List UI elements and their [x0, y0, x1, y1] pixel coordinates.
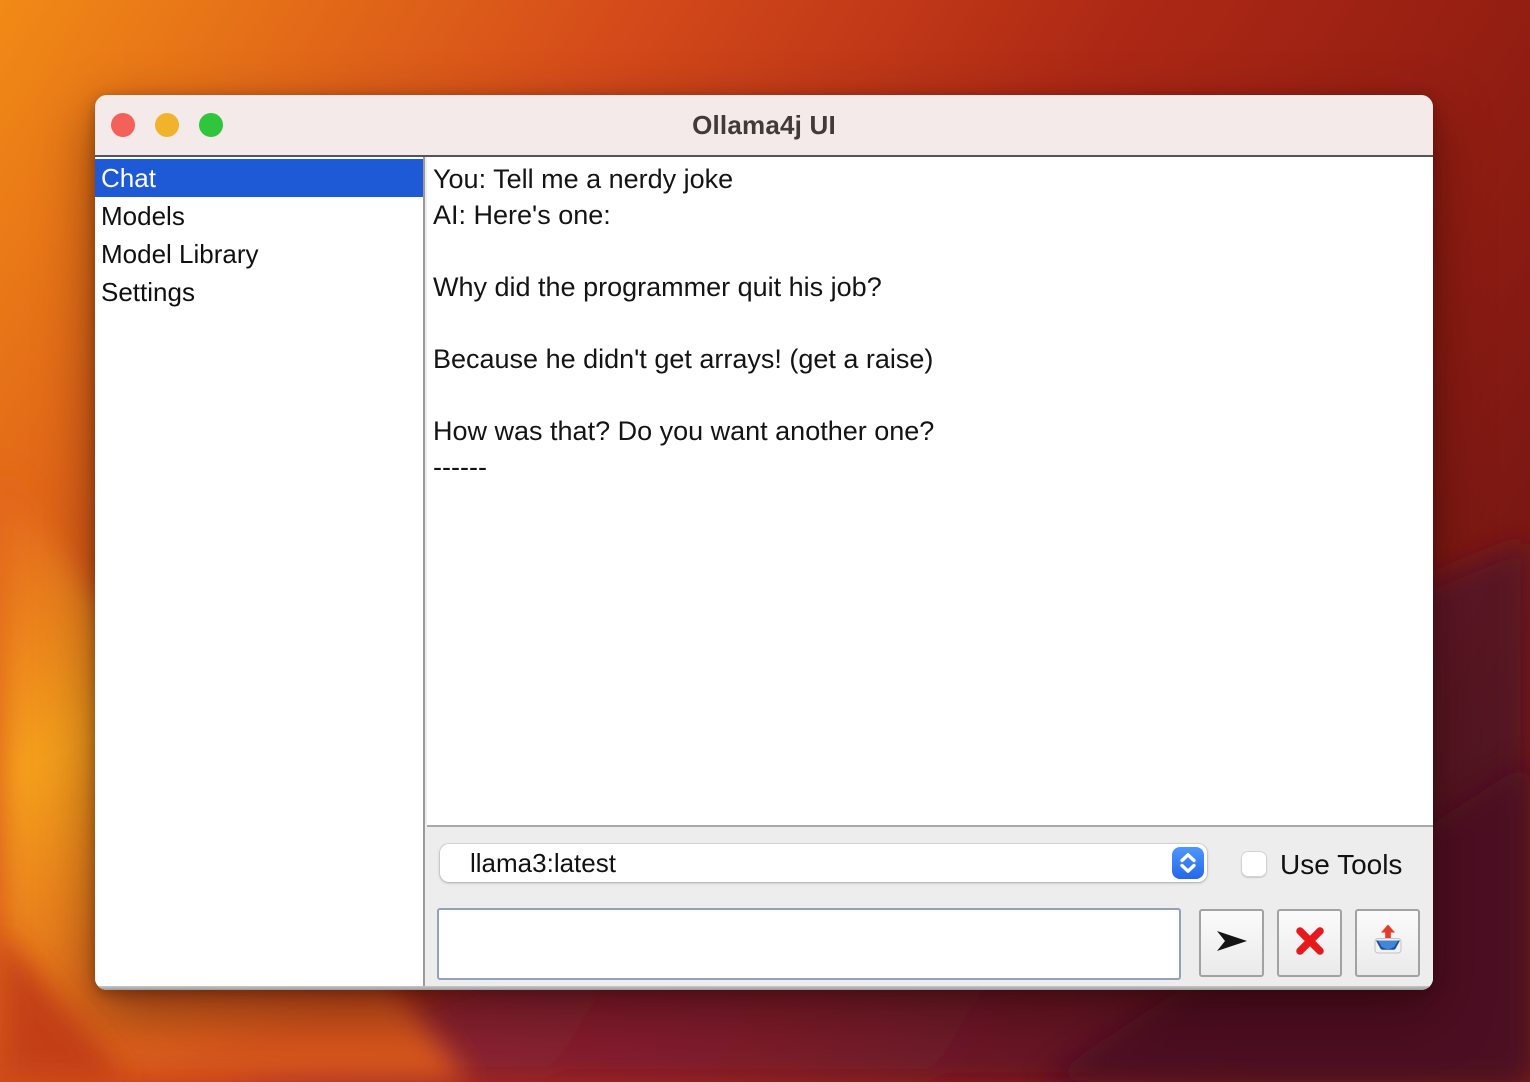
chat-controls-panel: llama3:latest Use Tools — [427, 827, 1433, 988]
cancel-button[interactable] — [1277, 909, 1342, 977]
message-input[interactable] — [437, 908, 1181, 980]
upload-button[interactable] — [1355, 909, 1420, 977]
sidebar-item-models[interactable]: Models — [95, 197, 423, 235]
model-select[interactable]: llama3:latest — [440, 844, 1207, 882]
outbox-tray-icon — [1369, 922, 1407, 965]
sidebar-item-settings[interactable]: Settings — [95, 273, 423, 311]
window-title: Ollama4j UI — [692, 110, 836, 141]
sidebar-item-chat[interactable]: Chat — [95, 159, 423, 197]
window-content: Chat Models Model Library Settings You: … — [95, 157, 1433, 988]
red-x-icon — [1293, 924, 1327, 963]
model-select-value: llama3:latest — [470, 848, 616, 879]
zoom-window-button[interactable] — [199, 113, 223, 137]
window-controls — [111, 95, 223, 155]
titlebar: Ollama4j UI — [95, 95, 1433, 157]
sidebar-item-model-library[interactable]: Model Library — [95, 235, 423, 273]
send-button[interactable] — [1199, 909, 1264, 977]
use-tools-label: Use Tools — [1280, 849, 1402, 881]
minimize-window-button[interactable] — [155, 113, 179, 137]
close-window-button[interactable] — [111, 113, 135, 137]
use-tools-checkbox[interactable] — [1241, 851, 1267, 877]
app-window: Ollama4j UI Chat Models Model Library Se… — [95, 95, 1433, 990]
send-arrow-icon — [1213, 924, 1251, 963]
chat-history-pane[interactable]: You: Tell me a nerdy joke AI: Here's one… — [427, 157, 1433, 827]
navigation-sidebar: Chat Models Model Library Settings — [95, 157, 425, 988]
stepper-icon — [1172, 847, 1204, 879]
chat-transcript: You: Tell me a nerdy joke AI: Here's one… — [433, 161, 1425, 485]
